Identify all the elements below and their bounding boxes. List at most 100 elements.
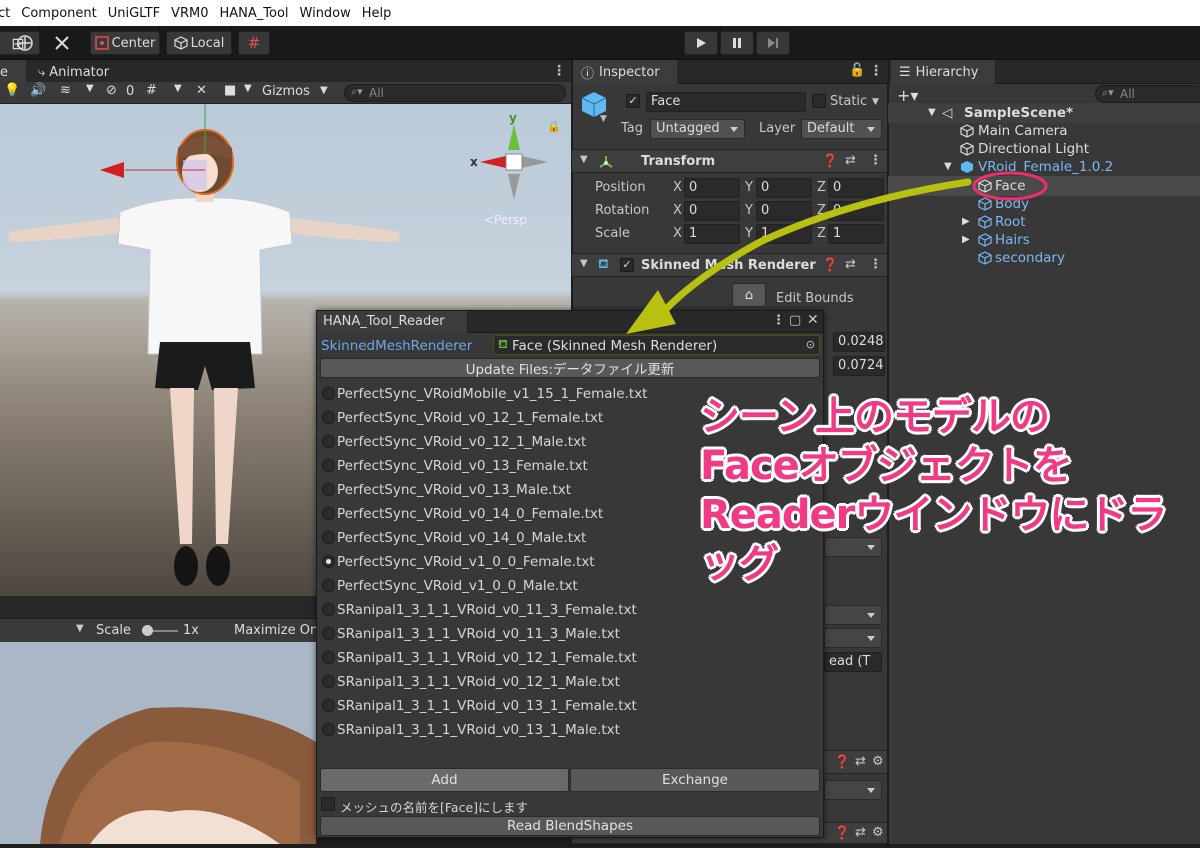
scene-search-placeholder: All [369, 86, 384, 100]
hierarchy-search-input[interactable]: ⌕▾ All [1095, 85, 1200, 103]
pause-button[interactable] [720, 31, 754, 55]
center-label: Center [111, 35, 156, 51]
scene-search-input[interactable]: ⌕▾ All [344, 84, 566, 102]
hidden-objects-icon[interactable]: ⊘ [106, 83, 117, 98]
maximize-on-play[interactable]: Maximize On [234, 623, 318, 638]
gizmos-label[interactable]: Gizmos [262, 84, 310, 99]
foldout-icon[interactable]: ▼ [580, 258, 588, 269]
file-radio-6[interactable] [322, 531, 335, 544]
effects-icon[interactable]: ≋ [60, 83, 71, 98]
display-dropdown-icon[interactable]: ▼ [76, 623, 84, 634]
grid-snap-icon: # [247, 34, 261, 52]
inspector-dropdown-4[interactable] [824, 780, 882, 800]
tab-animator-label: Animator [49, 64, 110, 80]
file-radio-4[interactable] [322, 483, 335, 496]
menu-item-unigltf[interactable]: UniGLTF [108, 6, 160, 21]
icon-dropdown-icon[interactable]: ▼ [600, 114, 607, 124]
hierarchy-item-main-camera[interactable]: Main Camera [888, 122, 1200, 140]
tab-inspector-label: Inspector [599, 64, 660, 80]
tab-inspector[interactable]: ⓘ Inspector [573, 60, 677, 84]
menu-item-window[interactable]: Window [300, 6, 351, 21]
read-blendshapes-button[interactable]: Read BlendShapes [320, 816, 820, 836]
grid-snap-button[interactable]: # [238, 31, 270, 55]
file-radio-11[interactable] [322, 651, 335, 664]
tab-animator[interactable]: ⤷ Animator [30, 60, 117, 84]
object-name-field[interactable]: Face [646, 92, 806, 112]
scene-menu-icon[interactable]: ⋮ [552, 63, 566, 79]
tab-scene[interactable]: e [0, 60, 26, 84]
main-toolbar: ⊞ Center Local # [0, 26, 1200, 60]
inspector-dropdown-2[interactable] [824, 605, 882, 625]
scene-tools-icon[interactable]: ✕ [196, 83, 207, 98]
tab-hierarchy[interactable]: ☰ Hierarchy [891, 60, 995, 84]
foldout-icon[interactable]: ▼ [580, 154, 588, 165]
menu-item-component[interactable]: Component [21, 6, 96, 21]
file-label: SRanipal1_3_1_1_VRoid_v0_12_1_Male.txt [337, 674, 620, 690]
step-button[interactable] [756, 31, 790, 55]
file-radio-0[interactable] [322, 387, 335, 400]
file-radio-3[interactable] [322, 459, 335, 472]
camera-dropdown-icon[interactable]: ▼ [244, 83, 252, 94]
exchange-button[interactable]: Exchange [570, 768, 820, 792]
file-radio-7-selected[interactable] [322, 555, 335, 568]
grid-dropdown-icon[interactable]: ▼ [174, 83, 182, 94]
file-radio-1[interactable] [322, 411, 335, 424]
file-label: PerfectSync_VRoid_v1_0_0_Female.txt [337, 554, 595, 570]
file-radio-13[interactable] [322, 699, 335, 712]
active-checkbox[interactable]: ✓ [626, 94, 640, 108]
inspector-menu-icon[interactable]: ⋮ [869, 63, 883, 79]
menu-item-help[interactable]: Help [362, 6, 392, 21]
file-label: PerfectSync_VRoid_v0_12_1_Male.txt [337, 434, 587, 450]
pivot-local-button[interactable]: Local [166, 31, 232, 55]
play-button[interactable] [684, 31, 718, 55]
transform-tool-button[interactable] [6, 31, 44, 55]
lock-icon[interactable]: 🔓 [849, 63, 865, 78]
foldout-icon[interactable]: ▼ [928, 104, 936, 122]
file-radio-14[interactable] [322, 723, 335, 736]
menu-item-hana-tool[interactable]: HANA_Tool [219, 6, 288, 21]
file-radio-10[interactable] [322, 627, 335, 640]
hierarchy-item-samplescene[interactable]: ▼ ◁ SampleScene* [888, 104, 1200, 122]
layer-dropdown[interactable]: Default [801, 119, 882, 139]
custom-tools-button[interactable] [46, 31, 78, 55]
help-icon[interactable]: ❓ [834, 755, 850, 770]
settings-gear-icon[interactable]: ⚙ [872, 754, 884, 769]
help-icon[interactable]: ❓ [834, 826, 850, 841]
file-radio-9[interactable] [322, 603, 335, 616]
search-icon: ⌕▾ [351, 85, 363, 98]
menu-item-project[interactable]: ct [0, 6, 10, 21]
camera-icon[interactable]: ■ [224, 83, 236, 98]
grid-icon[interactable]: # [146, 83, 157, 98]
file-label: PerfectSync_VRoid_v0_12_1_Female.txt [337, 410, 604, 426]
file-radio-2[interactable] [322, 435, 335, 448]
scale-slider-handle[interactable] [142, 625, 153, 636]
lock-icon[interactable]: 🔒 [547, 120, 561, 133]
audio-icon[interactable]: 🔊 [30, 83, 46, 98]
file-radio-5[interactable] [322, 507, 335, 520]
tools-icon [55, 36, 69, 50]
pivot-center-button[interactable]: Center [90, 31, 160, 55]
static-dropdown-icon[interactable]: ▼ [872, 97, 879, 107]
persp-label[interactable]: <Persp [484, 213, 527, 227]
transform-tool-icon [17, 35, 33, 51]
rename-mesh-checkbox[interactable] [321, 797, 335, 811]
file-radio-12[interactable] [322, 675, 335, 688]
presets-icon[interactable]: ⇄ [855, 754, 866, 769]
effects-dropdown-icon[interactable]: ▼ [86, 83, 94, 94]
menu-item-vrm0[interactable]: VRM0 [171, 6, 208, 21]
static-checkbox[interactable] [812, 94, 826, 108]
update-files-button[interactable]: Update Files:データファイル更新 [320, 358, 820, 378]
presets-icon[interactable]: ⇄ [855, 825, 866, 840]
add-button[interactable]: Add [320, 768, 569, 792]
file-radio-8[interactable] [322, 579, 335, 592]
lighting-icon[interactable]: 💡 [4, 83, 20, 98]
animator-icon: ⤷ [38, 64, 46, 80]
gizmos-dropdown-icon[interactable]: ▼ [320, 85, 328, 96]
settings-gear-icon[interactable]: ⚙ [872, 825, 884, 840]
hierarchy-item-directional-light[interactable]: Directional Light [888, 140, 1200, 158]
orientation-gizmo[interactable]: y x <Persp 🔒 [470, 111, 561, 227]
file-label: PerfectSync_VRoid_v0_13_Male.txt [337, 482, 572, 498]
inspector-object-field[interactable]: ead (T [824, 652, 882, 672]
tag-dropdown[interactable]: Untagged [650, 119, 745, 139]
inspector-dropdown-3[interactable] [824, 628, 882, 648]
